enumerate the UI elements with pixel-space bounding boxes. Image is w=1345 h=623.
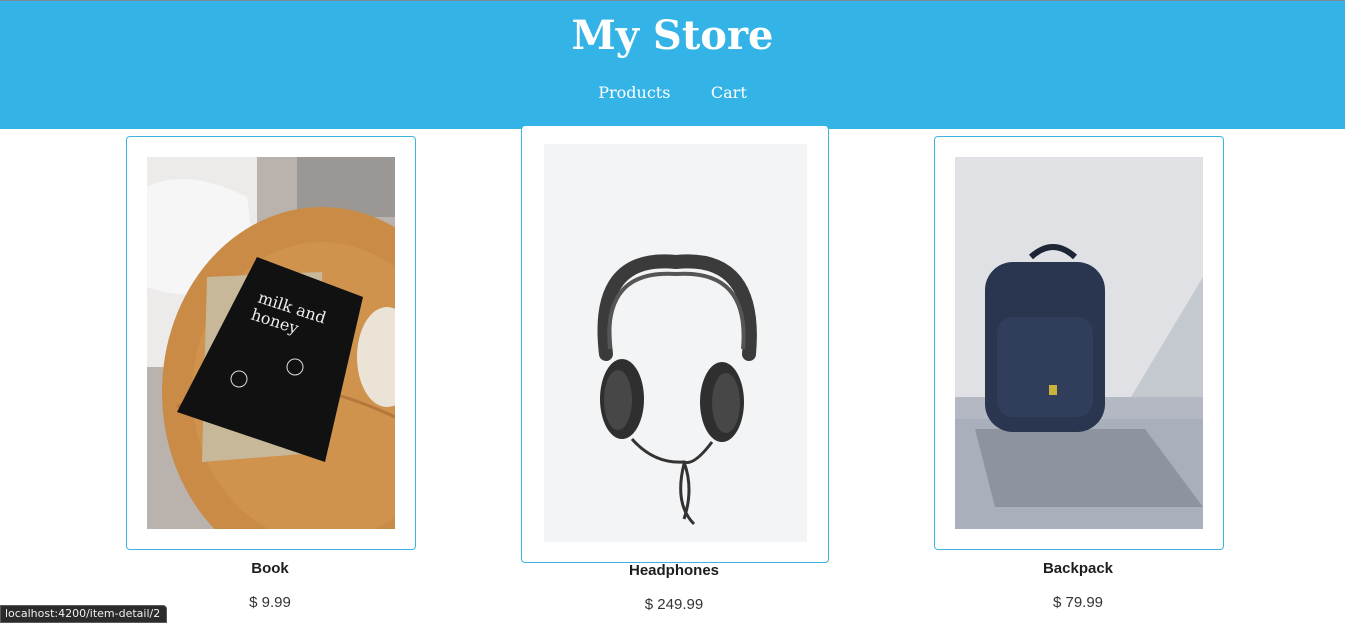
headphones-photo[interactable] [544, 144, 807, 542]
product-price-backpack: $ 79.99 [1052, 594, 1104, 611]
product-price-book: $ 9.99 [249, 594, 291, 611]
product-card-headphones[interactable] [521, 126, 829, 563]
nav-link-cart[interactable]: Cart [711, 83, 747, 102]
site-title: My Store [571, 12, 774, 59]
product-card-book[interactable]: milk and honey [126, 136, 416, 550]
site-header: My Store Products Cart [0, 1, 1345, 129]
product-name-backpack[interactable]: Backpack [934, 560, 1222, 577]
product-card-backpack[interactable] [934, 136, 1224, 550]
nav-link-products[interactable]: Products [598, 83, 670, 102]
product-name-book[interactable]: Book [126, 560, 414, 577]
backpack-photo[interactable] [955, 157, 1203, 529]
product-price-headphones: $ 249.99 [644, 596, 704, 613]
status-bar-url: localhost:4200/item-detail/2 [0, 605, 168, 623]
product-name-headphones[interactable]: Headphones [521, 562, 827, 579]
main-nav: Products Cart [0, 83, 1345, 103]
book-photo[interactable]: milk and honey [147, 157, 395, 529]
